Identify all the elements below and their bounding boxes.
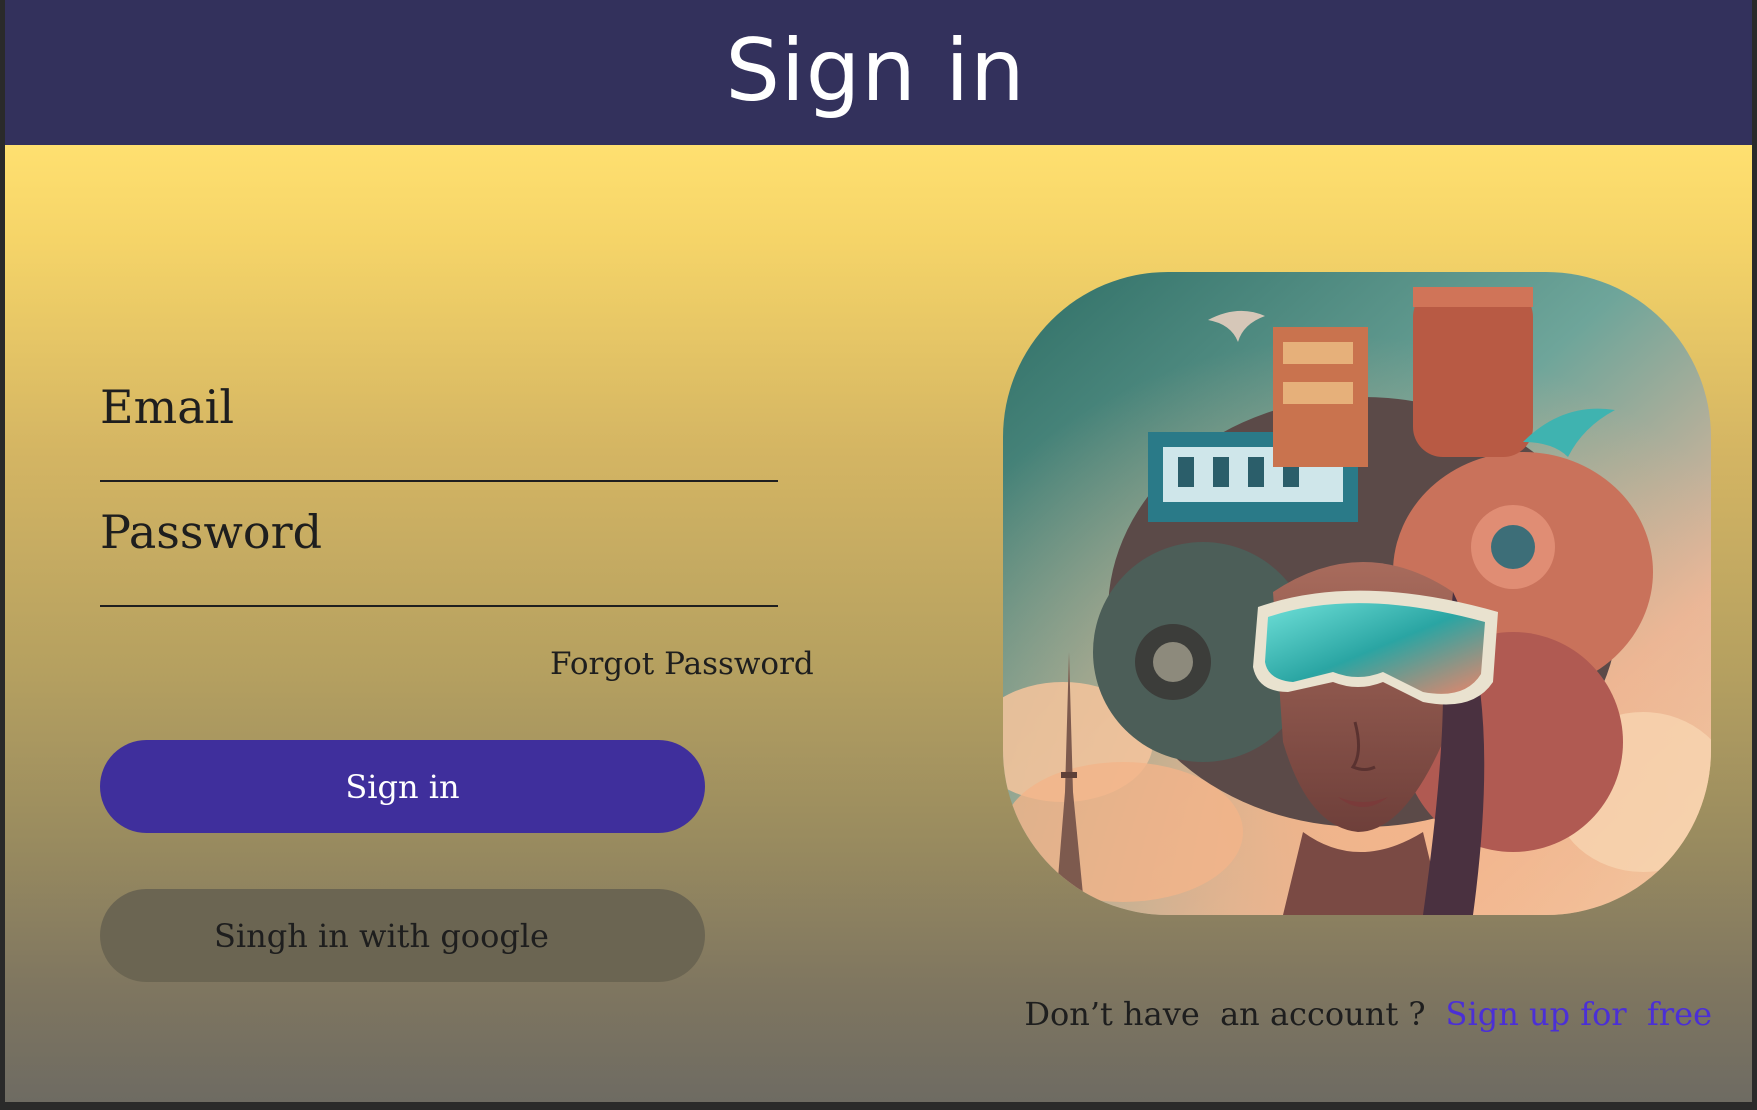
- app-frame: Sign in Email Password Forgot Password S…: [5, 0, 1752, 1102]
- page-title: Sign in: [725, 20, 1026, 121]
- forgot-password-link[interactable]: Forgot Password: [550, 646, 814, 682]
- password-label: Password: [100, 505, 323, 559]
- vr-headset-woman-illustration: [1003, 272, 1711, 915]
- header-bar: Sign in: [5, 0, 1752, 145]
- google-sign-in-button[interactable]: Singh in with google: [100, 889, 705, 982]
- email-field[interactable]: Email: [100, 384, 778, 482]
- sign-in-button[interactable]: Sign in: [100, 740, 705, 833]
- signup-link[interactable]: Sign up for free: [1446, 995, 1712, 1033]
- email-label: Email: [100, 380, 235, 434]
- main-panel: Email Password Forgot Password Sign in S…: [5, 145, 1752, 1102]
- signup-row: Don’t have an account ? Sign up for free: [1024, 995, 1712, 1033]
- signup-prompt: Don’t have an account ?: [1024, 995, 1426, 1033]
- password-field[interactable]: Password: [100, 509, 778, 607]
- hero-image: [1003, 272, 1711, 915]
